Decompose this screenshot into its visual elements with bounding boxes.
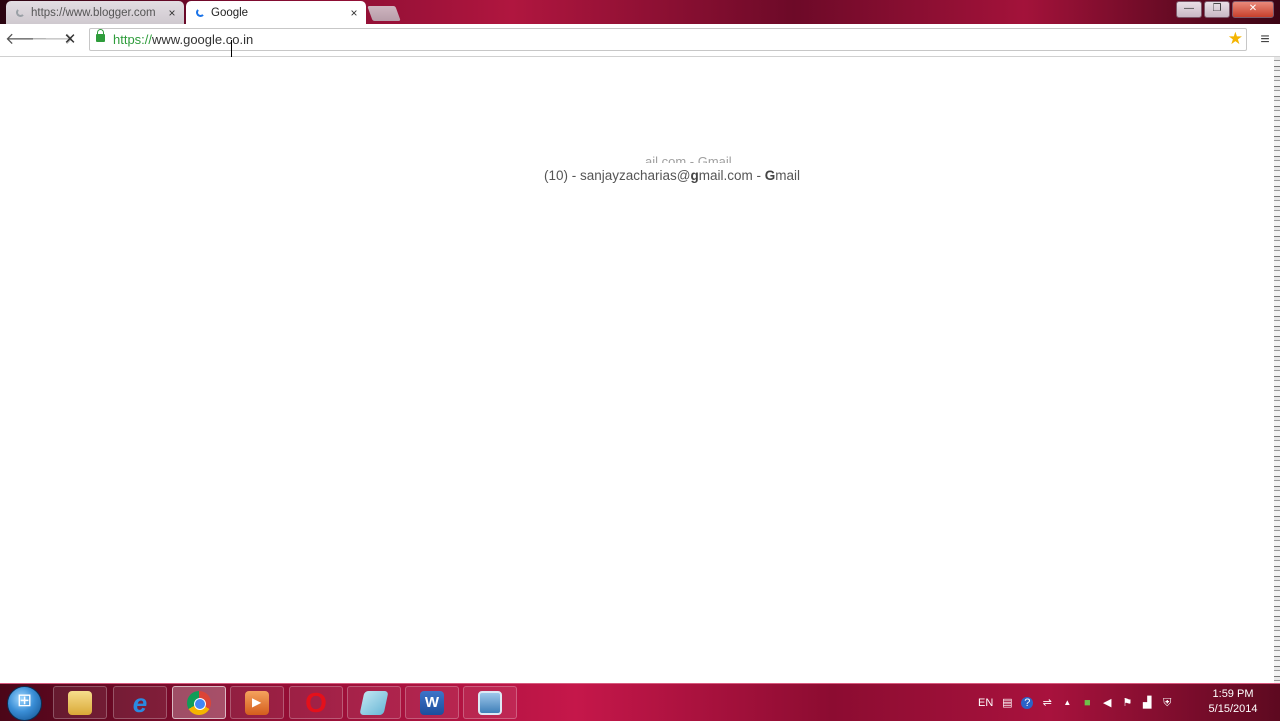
forward-button[interactable]: 🡒 [31, 29, 74, 51]
taskbar-opera[interactable]: O [289, 686, 343, 719]
taskbar-google-chrome[interactable] [172, 686, 226, 719]
language-indicator[interactable]: EN [978, 697, 993, 709]
tab-loading-spinner-icon [196, 8, 205, 17]
url-scheme: https:// [113, 32, 153, 47]
back-button[interactable]: 🡐 [5, 29, 48, 51]
media-player-icon [245, 690, 269, 715]
snipping-tool-icon [478, 690, 502, 715]
tab-title: Google [211, 6, 249, 19]
maximize-button[interactable]: ❐ [1204, 1, 1230, 18]
taskbar-media-player[interactable] [230, 686, 284, 719]
page-content: ail.com - Gmail (10) - sanjayzacharias@g… [0, 57, 1274, 683]
signal-icon[interactable]: ▟ [1141, 697, 1153, 709]
browser-toolbar: 🡐 🡒 ✕ https://www.google.co.in ★ ≡ [0, 24, 1280, 57]
ghost-account-text: ail.com - Gmail [645, 154, 732, 163]
window-controls: — ❐ ✕ [1176, 1, 1274, 18]
sticky-notes-icon [359, 690, 389, 715]
start-button[interactable] [7, 686, 42, 721]
url-host: www.google.co.in [152, 32, 254, 47]
minimize-button[interactable]: — [1176, 1, 1202, 18]
account-prefix: (10) - sanjayzacharias@ [544, 168, 691, 183]
clock-date: 5/15/2014 [1208, 703, 1258, 715]
tab-close-icon[interactable]: × [166, 6, 178, 20]
close-window-button[interactable]: ✕ [1232, 1, 1274, 18]
scrollbar-artifact [1274, 57, 1280, 683]
taskbar-snipping-tool[interactable] [463, 686, 517, 719]
taskbar-microsoft-word[interactable]: W [405, 686, 459, 719]
show-hidden-icons-chevron-icon[interactable]: ▲ [1061, 697, 1073, 709]
account-title-text: (10) - sanjayzacharias@gmail.com - Gmail [544, 168, 800, 183]
clock-time: 1:59 PM [1212, 688, 1254, 700]
new-tab-button[interactable] [367, 6, 401, 21]
security-icon[interactable]: ⛨ [1161, 697, 1173, 709]
browser-titlebar: https://www.blogger.com × Google × — ❐ ✕ [0, 0, 1280, 24]
chrome-menu-icon[interactable]: ≡ [1256, 29, 1274, 51]
tab-google[interactable]: Google × [186, 1, 366, 24]
taskbar-clock[interactable]: 1:59 PM 5/15/2014 [1198, 687, 1268, 717]
word-icon: W [420, 690, 444, 715]
colored-app-icon[interactable]: ■ [1081, 697, 1093, 709]
secure-lock-icon [96, 29, 105, 42]
tab-title: https://www.blogger.com [31, 6, 156, 19]
taskbar-windows-explorer[interactable] [53, 686, 107, 719]
account-suffix: mail [775, 168, 801, 183]
text-cursor-icon [231, 40, 233, 57]
taskbar-sticky-notes[interactable] [347, 686, 401, 719]
account-bold-g: g [690, 168, 699, 183]
bookmark-star-icon[interactable]: ★ [1228, 29, 1243, 49]
document-icon[interactable]: ▤ [1001, 697, 1013, 709]
stop-loading-button[interactable]: ✕ [59, 29, 81, 51]
system-tray: EN ▤ ? ⇌ ▲ ■ ◀ ⚑ ▟ ⛨ [978, 684, 1173, 721]
volume-icon[interactable]: ◀ [1101, 697, 1113, 709]
tab-blogger[interactable]: https://www.blogger.com × [6, 1, 184, 24]
action-center-flag-icon[interactable]: ⚑ [1121, 697, 1133, 709]
tab-loading-spinner-icon [16, 8, 25, 17]
windows-taskbar: e O W EN ▤ ? ⇌ ▲ ■ ◀ ⚑ ▟ ⛨ 1:59 PM 5/15/… [0, 683, 1280, 721]
tab-close-icon[interactable]: × [348, 6, 360, 20]
internet-explorer-icon: e [132, 687, 148, 718]
help-icon[interactable]: ? [1021, 696, 1034, 709]
opera-icon: O [305, 686, 327, 718]
account-mid: mail.com - [698, 168, 765, 183]
chrome-icon [187, 690, 211, 715]
account-bold-g2: G [764, 168, 776, 183]
address-bar[interactable]: https://www.google.co.in ★ [89, 28, 1247, 51]
network-adapter-icon[interactable]: ⇌ [1041, 697, 1053, 709]
taskbar-internet-explorer[interactable]: e [113, 686, 167, 719]
folder-icon [68, 690, 92, 715]
